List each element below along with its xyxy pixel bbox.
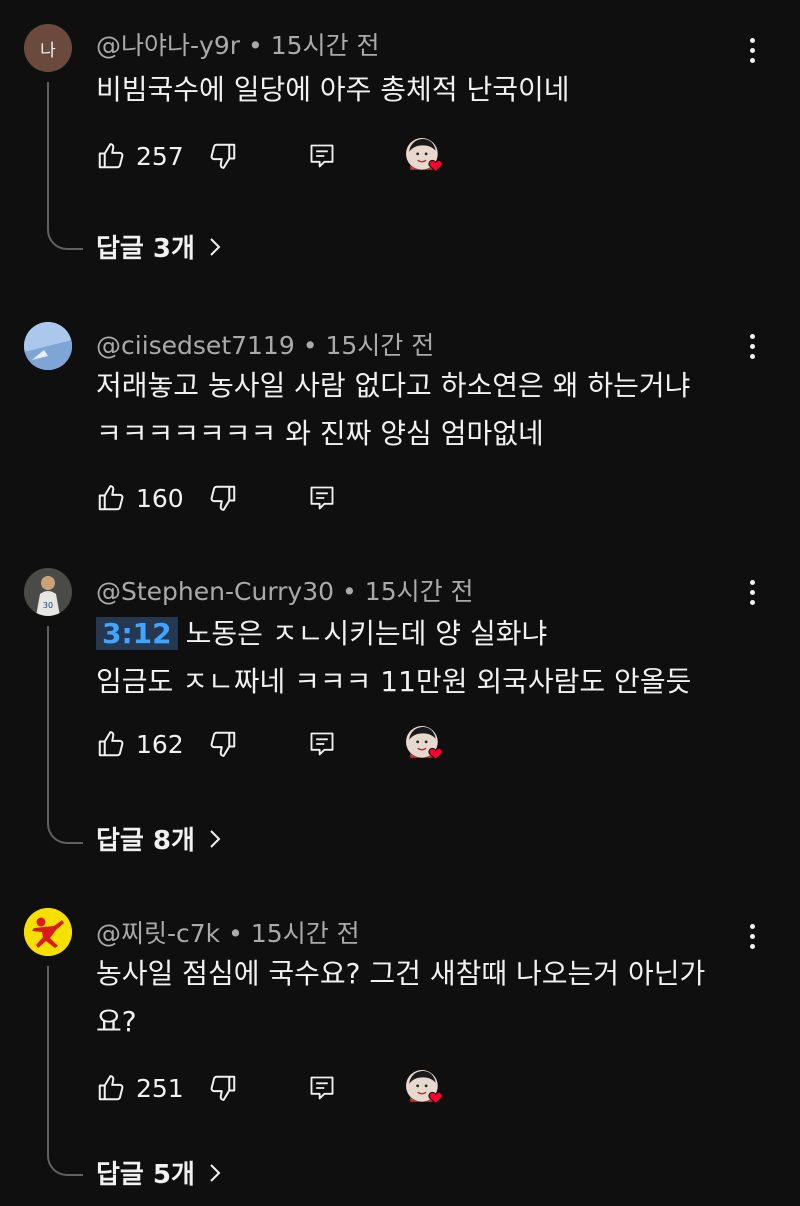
reply-button[interactable]	[308, 478, 336, 518]
dislike-icon	[208, 729, 238, 759]
comment: @찌릿-c7k • 15시간 전 농사일 점심에 국수요? 그건 새참때 나오는거 …	[0, 886, 800, 1206]
chevron-right-icon	[209, 237, 221, 257]
avatar[interactable]: 나	[24, 24, 72, 72]
thread-line	[47, 626, 83, 844]
comment: 나 @나야나-y9r • 15시간 전 비빔국수에 일당에 아주 총체적 난국이네 …	[0, 0, 800, 280]
dislike-button[interactable]	[208, 724, 238, 764]
view-replies-button[interactable]: 답글 5개	[96, 1154, 221, 1191]
comment-age: 15시간 전	[270, 31, 380, 60]
creator-heart	[404, 724, 444, 764]
comment-line: 요?	[96, 1005, 137, 1038]
reply-icon	[308, 730, 336, 758]
view-replies-button[interactable]: 답글 8개	[96, 820, 221, 857]
more-options-icon[interactable]	[740, 30, 764, 70]
comment-meta: @나야나-y9r • 15시간 전	[96, 26, 380, 62]
avatar-image	[24, 322, 72, 370]
comment-meta: @찌릿-c7k • 15시간 전	[96, 914, 360, 950]
dislike-icon	[208, 141, 238, 171]
like-count: 257	[136, 141, 184, 171]
like-button[interactable]: 251	[96, 1068, 184, 1108]
chevron-right-icon	[209, 1163, 221, 1183]
meta-separator: •	[248, 31, 263, 60]
creator-heart	[404, 136, 444, 176]
timestamp-link[interactable]: 3:12	[96, 617, 178, 650]
comment-actions: 162	[96, 724, 596, 764]
comment-line: 3:12 노동은 ㅈㄴ시키는데 양 실화냐	[96, 610, 746, 658]
comment-line: 농사일 점심에 국수요? 그건 새참때 나오는거 아닌가	[96, 957, 706, 990]
like-button[interactable]: 257	[96, 136, 184, 176]
comment-author[interactable]: @ciisedset7119	[96, 331, 295, 360]
comment-text: 3:12 노동은 ㅈㄴ시키는데 양 실화냐 임금도 ㅈㄴ짜네 ㅋㅋㅋ 11만원 외…	[96, 610, 746, 706]
like-icon	[96, 141, 126, 171]
comment-actions: 160	[96, 478, 596, 518]
comment-author[interactable]: @찌릿-c7k	[96, 919, 220, 948]
comment-meta: @Stephen-Curry30 • 15시간 전	[96, 572, 474, 608]
avatar[interactable]	[24, 322, 72, 370]
chevron-right-icon	[209, 829, 221, 849]
reply-icon	[308, 484, 336, 512]
creator-heart-icon	[404, 726, 444, 762]
more-options-icon[interactable]	[740, 572, 764, 612]
like-icon	[96, 483, 126, 513]
like-count: 160	[136, 483, 184, 513]
like-count: 251	[136, 1073, 184, 1103]
comment-text: 농사일 점심에 국수요? 그건 새참때 나오는거 아닌가 요?	[96, 950, 746, 1046]
replies-label: 답글 5개	[96, 1160, 195, 1190]
creator-heart-icon	[404, 1070, 444, 1106]
avatar[interactable]: 30	[24, 568, 72, 616]
avatar-image: 30	[24, 568, 72, 616]
dislike-icon	[208, 1073, 238, 1103]
comment-age: 15시간 전	[250, 919, 360, 948]
dislike-button[interactable]	[208, 1068, 238, 1108]
comment-meta: @ciisedset7119 • 15시간 전	[96, 326, 434, 362]
reply-icon	[308, 1074, 336, 1102]
dislike-button[interactable]	[208, 136, 238, 176]
reply-button[interactable]	[308, 724, 336, 764]
dislike-button[interactable]	[208, 478, 238, 518]
like-icon	[96, 729, 126, 759]
like-button[interactable]: 160	[96, 478, 184, 518]
meta-separator: •	[228, 919, 243, 948]
replies-label: 답글 3개	[96, 234, 195, 264]
comment-age: 15시간 전	[364, 577, 474, 606]
comment-line: 저래놓고 농사일 사람 없다고 하소연은 왜 하는거냐	[96, 369, 691, 402]
replies-label: 답글 8개	[96, 826, 195, 856]
thread-line	[47, 966, 83, 1176]
comment: @ciisedset7119 • 15시간 전 저래놓고 농사일 사람 없다고 하소…	[0, 300, 800, 540]
like-button[interactable]: 162	[96, 724, 184, 764]
comment-text: 저래놓고 농사일 사람 없다고 하소연은 왜 하는거냐 ㅋㅋㅋㅋㅋㅋㅋ 와 진짜…	[96, 362, 746, 458]
creator-heart	[404, 1068, 444, 1108]
comment-text: 비빔국수에 일당에 아주 총체적 난국이네	[96, 66, 746, 114]
thread-line	[47, 82, 83, 250]
reply-button[interactable]	[308, 1068, 336, 1108]
comment-line-text: 노동은 ㅈㄴ시키는데 양 실화냐	[185, 617, 548, 650]
comment-line: ㅋㅋㅋㅋㅋㅋㅋ 와 진짜 양심 엄마없네	[96, 417, 544, 450]
comment-line: 비빔국수에 일당에 아주 총체적 난국이네	[96, 73, 570, 106]
like-count: 162	[136, 729, 184, 759]
dislike-icon	[208, 483, 238, 513]
more-options-icon[interactable]	[740, 326, 764, 366]
reply-button[interactable]	[308, 136, 336, 176]
comment-actions: 257	[96, 136, 596, 176]
meta-separator: •	[342, 577, 357, 606]
reply-icon	[308, 142, 336, 170]
comment-author[interactable]: @Stephen-Curry30	[96, 577, 334, 606]
view-replies-button[interactable]: 답글 3개	[96, 228, 221, 265]
comment-actions: 251	[96, 1068, 596, 1108]
comment-line: 임금도 ㅈㄴ짜네 ㅋㅋㅋ 11만원 외국사람도 안올듯	[96, 665, 692, 698]
creator-heart-icon	[404, 138, 444, 174]
comment-age: 15시간 전	[325, 331, 435, 360]
meta-separator: •	[302, 331, 318, 360]
like-icon	[96, 1073, 126, 1103]
avatar-image	[24, 908, 72, 956]
avatar[interactable]	[24, 908, 72, 956]
avatar-letter: 나	[40, 40, 56, 61]
svg-text:30: 30	[43, 601, 53, 610]
comment: 30 @Stephen-Curry30 • 15시간 전 3:12 노동은 ㅈㄴ시키는…	[0, 546, 800, 876]
comment-author[interactable]: @나야나-y9r	[96, 31, 240, 60]
